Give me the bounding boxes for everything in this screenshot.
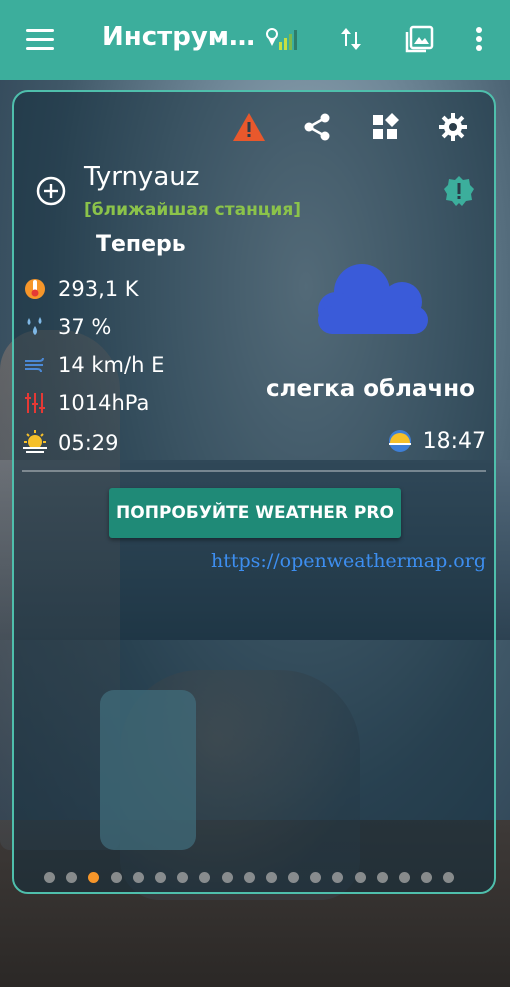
app-bar: Инструм… <box>0 0 510 80</box>
app-title: Инструм… <box>102 22 256 52</box>
page-dot[interactable] <box>44 872 55 883</box>
pressure-row: 1014hPa <box>22 390 149 416</box>
now-label: Теперь <box>96 232 186 257</box>
humidity-value: 37 % <box>58 315 112 339</box>
warning-icon[interactable] <box>232 110 266 144</box>
sunset-icon <box>387 428 413 454</box>
swap-vertical-icon[interactable] <box>334 22 368 56</box>
page-dot[interactable] <box>88 872 100 883</box>
share-icon[interactable] <box>300 110 334 144</box>
page-dot[interactable] <box>110 872 122 883</box>
page-dot[interactable] <box>154 872 166 883</box>
page-dot[interactable] <box>199 872 211 883</box>
sunset-time: 18:47 <box>422 428 486 454</box>
openweathermap-link[interactable]: https://openweathermap.org <box>211 550 486 572</box>
page-dot[interactable] <box>354 872 366 883</box>
humidity-row: 37 % <box>22 314 111 340</box>
page-dot[interactable] <box>399 872 410 883</box>
page-dot[interactable] <box>66 872 78 883</box>
temperature-value: 293,1 K <box>58 277 139 301</box>
add-location-icon[interactable] <box>34 174 68 208</box>
city-name[interactable]: Tyrnyauz <box>84 162 199 192</box>
page-dot[interactable] <box>421 872 433 883</box>
wind-row: 14 km/h E <box>22 352 164 378</box>
gallery-icon[interactable] <box>402 22 436 56</box>
humidity-drops-icon <box>22 314 48 340</box>
more-vert-icon[interactable] <box>462 22 496 56</box>
pressure-value: 1014hPa <box>58 391 150 415</box>
signal-location-icon[interactable] <box>264 22 298 56</box>
try-weather-pro-button[interactable]: ПОПРОБУЙТЕ WEATHER PRO <box>109 488 401 538</box>
widgets-icon[interactable] <box>368 110 402 144</box>
page-dot[interactable] <box>376 872 388 883</box>
verified-badge-icon[interactable] <box>442 174 476 208</box>
page-dot[interactable] <box>310 872 322 883</box>
thermometer-icon <box>22 276 48 302</box>
temperature-row: 293,1 K <box>22 276 139 302</box>
page-dot[interactable] <box>221 872 233 883</box>
page-indicator <box>44 872 466 883</box>
wind-icon <box>22 352 48 378</box>
sunset-row: 18:47 <box>387 428 486 454</box>
weather-condition: слегка облачно <box>266 376 475 402</box>
station-label: [ближайшая станция] <box>84 200 302 220</box>
settings-icon[interactable] <box>436 110 470 144</box>
sunrise-time: 05:29 <box>58 431 119 455</box>
sunrise-icon <box>22 430 48 456</box>
pressure-icon <box>22 390 48 416</box>
page-dot[interactable] <box>132 872 144 883</box>
page-dot[interactable] <box>332 872 344 883</box>
page-dot[interactable] <box>288 872 300 883</box>
cloud-weather-icon <box>312 262 432 336</box>
page-dot[interactable] <box>177 872 189 883</box>
menu-icon[interactable] <box>26 29 54 51</box>
page-dot[interactable] <box>443 872 455 883</box>
page-dot[interactable] <box>265 872 277 883</box>
wind-value: 14 km/h E <box>58 353 165 377</box>
sunrise-row: 05:29 <box>22 430 119 456</box>
page-dot[interactable] <box>243 872 255 883</box>
divider <box>22 470 486 472</box>
